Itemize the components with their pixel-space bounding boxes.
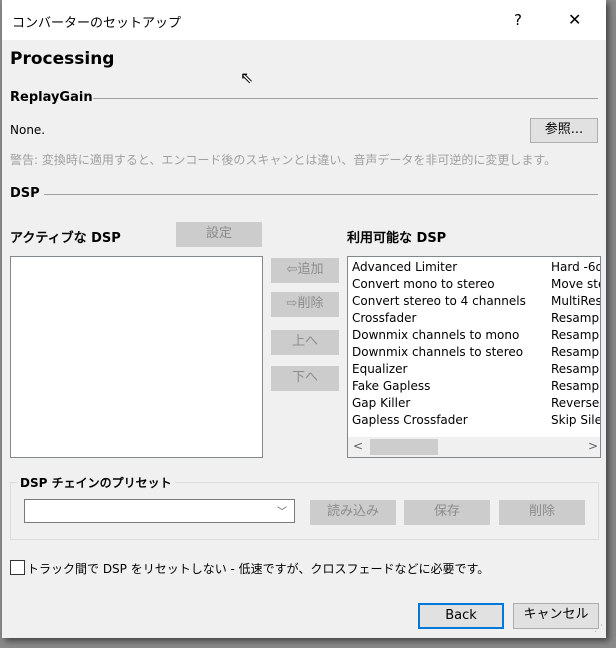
scroll-left-icon[interactable]: < <box>353 439 363 453</box>
cancel-button[interactable]: キャンセル <box>513 603 599 629</box>
active-dsp-list[interactable] <box>10 256 263 458</box>
divider <box>93 98 598 99</box>
title-bar: コンバーターのセットアップ ? ✕ <box>2 0 606 40</box>
no-reset-dsp-label: トラック間で DSP をリセットしない - 低速ですが、クロスフェードなどに必要… <box>27 562 490 576</box>
available-dsp-item[interactable]: Move ste <box>551 277 600 291</box>
browse-button[interactable]: 参照... <box>530 118 598 143</box>
replaygain-value: None. <box>10 123 46 137</box>
available-dsp-item[interactable]: Resampl <box>551 311 600 325</box>
available-dsp-item[interactable]: Downmix channels to mono <box>352 328 519 342</box>
available-dsp-item[interactable]: Downmix channels to stereo <box>352 345 523 359</box>
arrow-left-icon: ⇦ <box>286 262 298 277</box>
converter-setup-dialog: コンバーターのセットアップ ? ✕ Processing ⇖ ReplayGai… <box>2 0 606 638</box>
preset-combobox[interactable]: ﹀ <box>24 499 295 523</box>
available-dsp-item[interactable]: Resampl <box>551 362 600 376</box>
move-up-button[interactable]: 上へ <box>271 330 339 355</box>
scrollbar-thumb[interactable] <box>370 439 438 455</box>
resize-grip-icon[interactable]: ⋰ <box>594 624 603 634</box>
load-preset-button[interactable]: 読み込み <box>310 500 396 525</box>
chevron-down-icon[interactable]: ﹀ <box>277 503 287 518</box>
save-preset-button[interactable]: 保存 <box>404 500 490 525</box>
available-dsp-item[interactable]: MultiRes <box>551 294 600 308</box>
available-dsp-item[interactable]: Reverse <box>551 396 599 410</box>
available-dsp-item[interactable]: Resampl <box>551 379 600 393</box>
available-dsp-item[interactable]: Crossfader <box>352 311 416 325</box>
no-reset-dsp-checkbox[interactable] <box>10 560 25 575</box>
add-button[interactable]: ⇦追加 <box>271 258 339 283</box>
available-dsp-item[interactable]: Convert mono to stereo <box>352 277 495 291</box>
available-dsp-item[interactable]: Convert stereo to 4 channels <box>352 294 526 308</box>
delete-preset-button[interactable]: 削除 <box>499 500 585 525</box>
horizontal-scrollbar[interactable]: < > <box>348 437 600 457</box>
active-dsp-label: アクティブな DSP <box>10 231 121 246</box>
arrow-right-icon: ⇨ <box>286 296 298 311</box>
available-dsp-item[interactable]: Fake Gapless <box>352 379 430 393</box>
available-dsp-item[interactable]: Gap Killer <box>352 396 410 410</box>
page-title: Processing <box>10 49 115 69</box>
dsp-heading: DSP <box>10 186 40 201</box>
available-dsp-label: 利用可能な DSP <box>347 231 447 246</box>
available-dsp-item[interactable]: Skip Sile <box>551 413 600 427</box>
help-button[interactable]: ? <box>514 11 522 29</box>
preset-label: DSP チェインのプリセット <box>17 474 175 491</box>
mouse-cursor-icon: ⇖ <box>240 68 254 87</box>
available-dsp-item[interactable]: Gapless Crossfader <box>352 413 468 427</box>
window-title: コンバーターのセットアップ <box>12 16 182 31</box>
replaygain-heading: ReplayGain <box>10 90 93 105</box>
available-dsp-item[interactable]: Resampl <box>551 345 600 359</box>
available-dsp-item[interactable]: Resampl <box>551 328 600 342</box>
configure-button[interactable]: 設定 <box>176 222 262 247</box>
available-dsp-item[interactable]: Advanced Limiter <box>352 260 457 274</box>
available-dsp-list[interactable]: < > Advanced Limiter Hard -6d Convert mono… <box>347 256 601 458</box>
remove-button[interactable]: ⇨削除 <box>271 292 339 317</box>
back-button[interactable]: Back <box>418 603 504 629</box>
replaygain-warning: 警告: 変換時に適用すると、エンコード後のスキャンとは違い、音声データを非可逆的… <box>10 153 557 167</box>
scroll-right-icon[interactable]: > <box>588 439 598 453</box>
divider <box>44 194 598 195</box>
available-dsp-item[interactable]: Hard -6d <box>551 260 600 274</box>
close-icon[interactable]: ✕ <box>568 10 581 29</box>
move-down-button[interactable]: 下へ <box>271 366 339 391</box>
available-dsp-item[interactable]: Equalizer <box>352 362 407 376</box>
